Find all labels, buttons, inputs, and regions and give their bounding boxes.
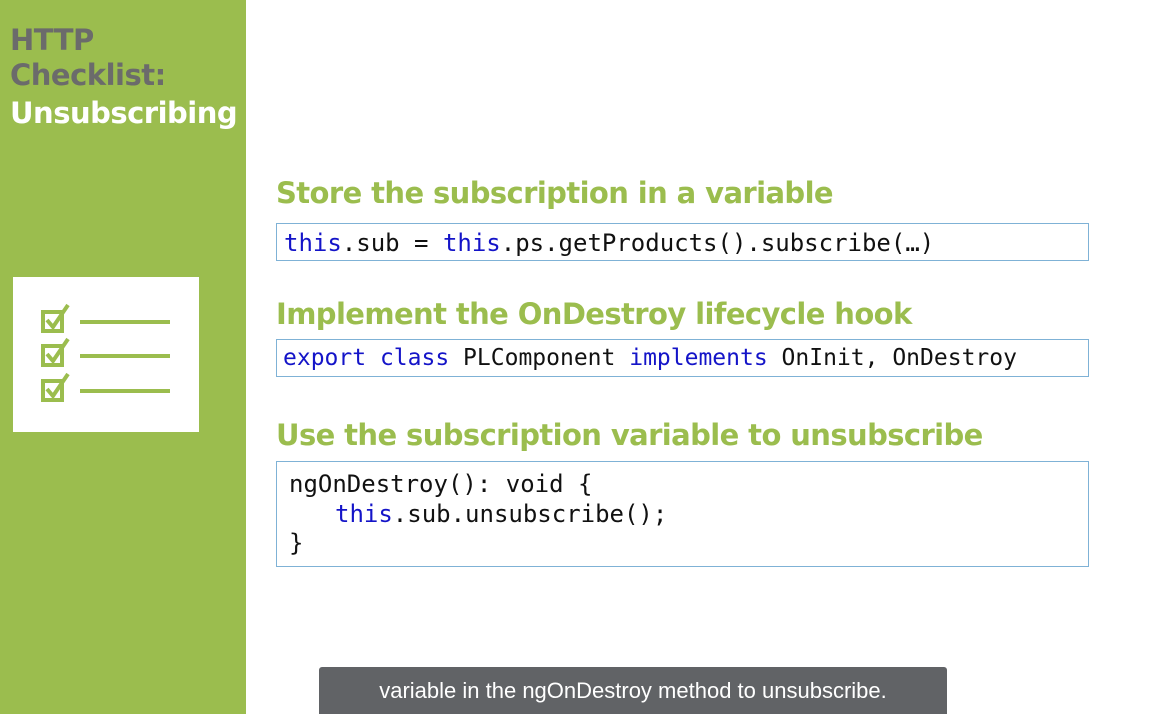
code-keyword: this: [442, 229, 501, 257]
code-text: OnInit, OnDestroy: [767, 345, 1017, 371]
code-line: }: [289, 529, 304, 557]
code-line: ngOnDestroy(): void {: [289, 470, 593, 498]
code-keyword: this: [335, 499, 393, 528]
code-block-unsubscribe: ngOnDestroy(): void {this.sub.unsubscrib…: [276, 461, 1089, 567]
video-caption: variable in the ngOnDestroy method to un…: [319, 667, 947, 714]
slide-title-line2: Checklist:: [10, 58, 166, 92]
code-keyword: implements: [629, 345, 768, 371]
slide-title-line3: Unsubscribing: [10, 96, 238, 130]
code-block-store: this.sub = this.ps.getProducts().subscri…: [276, 223, 1089, 261]
section-heading-unsubscribe: Use the subscription variable to unsubsc…: [276, 418, 983, 452]
code-block-ondestroy: export class PLComponent implements OnIn…: [276, 339, 1089, 377]
code-keyword: class: [379, 345, 450, 371]
checklist-card: [13, 277, 199, 432]
code-text: .sub.unsubscribe();: [392, 499, 668, 528]
code-line: this.sub.unsubscribe();: [289, 500, 1088, 530]
code-keyword: export: [283, 345, 367, 371]
code-text: .ps.getProducts().subscribe(…): [500, 229, 935, 257]
code-text: PLComponent: [449, 345, 630, 371]
checklist-icon: [41, 303, 170, 402]
slide-title-line1: HTTP: [10, 23, 94, 57]
sidebar: HTTP Checklist: Unsubscribing: [0, 0, 246, 714]
section-heading-ondestroy: Implement the OnDestroy lifecycle hook: [276, 297, 912, 331]
code-text: .sub =: [341, 229, 443, 257]
section-heading-store: Store the subscription in a variable: [276, 176, 834, 210]
code-keyword: this: [284, 229, 342, 257]
